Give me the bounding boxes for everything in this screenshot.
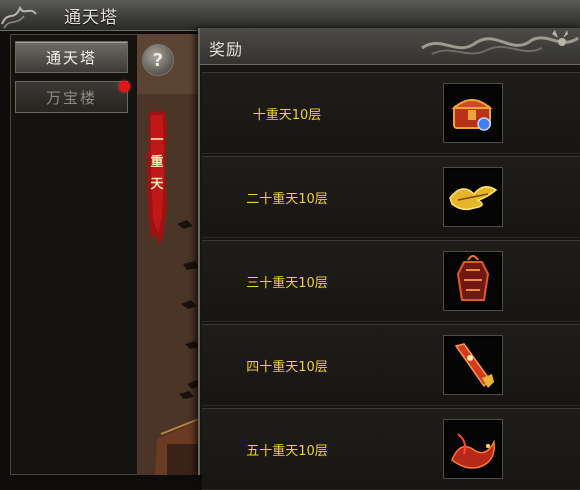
reward-row-label: 二十重天10层 [246,192,328,207]
tower-scene-art [137,34,202,475]
reward-item-slot[interactable] [443,83,503,143]
reward-row: 五十重天10层 [202,408,580,490]
window-header: 通天塔 [0,0,580,31]
nav-tab-tongtianta[interactable]: 通天塔 [15,41,128,73]
reward-row-label: 三十重天10层 [246,276,328,291]
reward-row: 四十重天10层 [202,324,580,406]
nav-panel: 通天塔 万宝楼 [10,34,138,475]
fire-dragon-icon [451,433,495,469]
reward-item-slot[interactable] [443,335,503,395]
tower-scene [137,34,202,475]
window-title: 通天塔 [64,8,118,28]
reward-item-slot[interactable] [443,251,503,311]
reward-row: 十重天10层 [202,72,580,154]
dragon-ornament-icon [1,5,37,29]
reward-panel: 奖励 十重天10层 二十重天10层 三十重天10层 四十重天10层 五十重天10… [198,28,580,490]
notification-badge [119,81,130,92]
golden-wings-icon [449,186,498,211]
fire-blade-icon [454,343,494,388]
reward-item-slot[interactable] [443,167,503,227]
floor-banner-text: 一重天 [150,133,164,192]
reward-item-slot[interactable] [443,419,503,479]
reward-row-label: 五十重天10层 [246,444,328,459]
help-button[interactable]: ? [142,44,174,76]
treasure-chest-icon [451,99,493,131]
reward-header: 奖励 [200,28,580,65]
dragon-decoration-icon [421,30,579,55]
reward-title: 奖励 [209,40,244,59]
reward-row: 二十重天10层 [202,156,580,238]
flame-armor-icon [456,255,490,301]
reward-row: 三十重天10层 [202,240,580,322]
nav-tab-wanbaolou[interactable]: 万宝楼 [15,81,128,113]
reward-row-label: 四十重天10层 [246,360,328,375]
reward-row-label: 十重天10层 [252,108,322,123]
